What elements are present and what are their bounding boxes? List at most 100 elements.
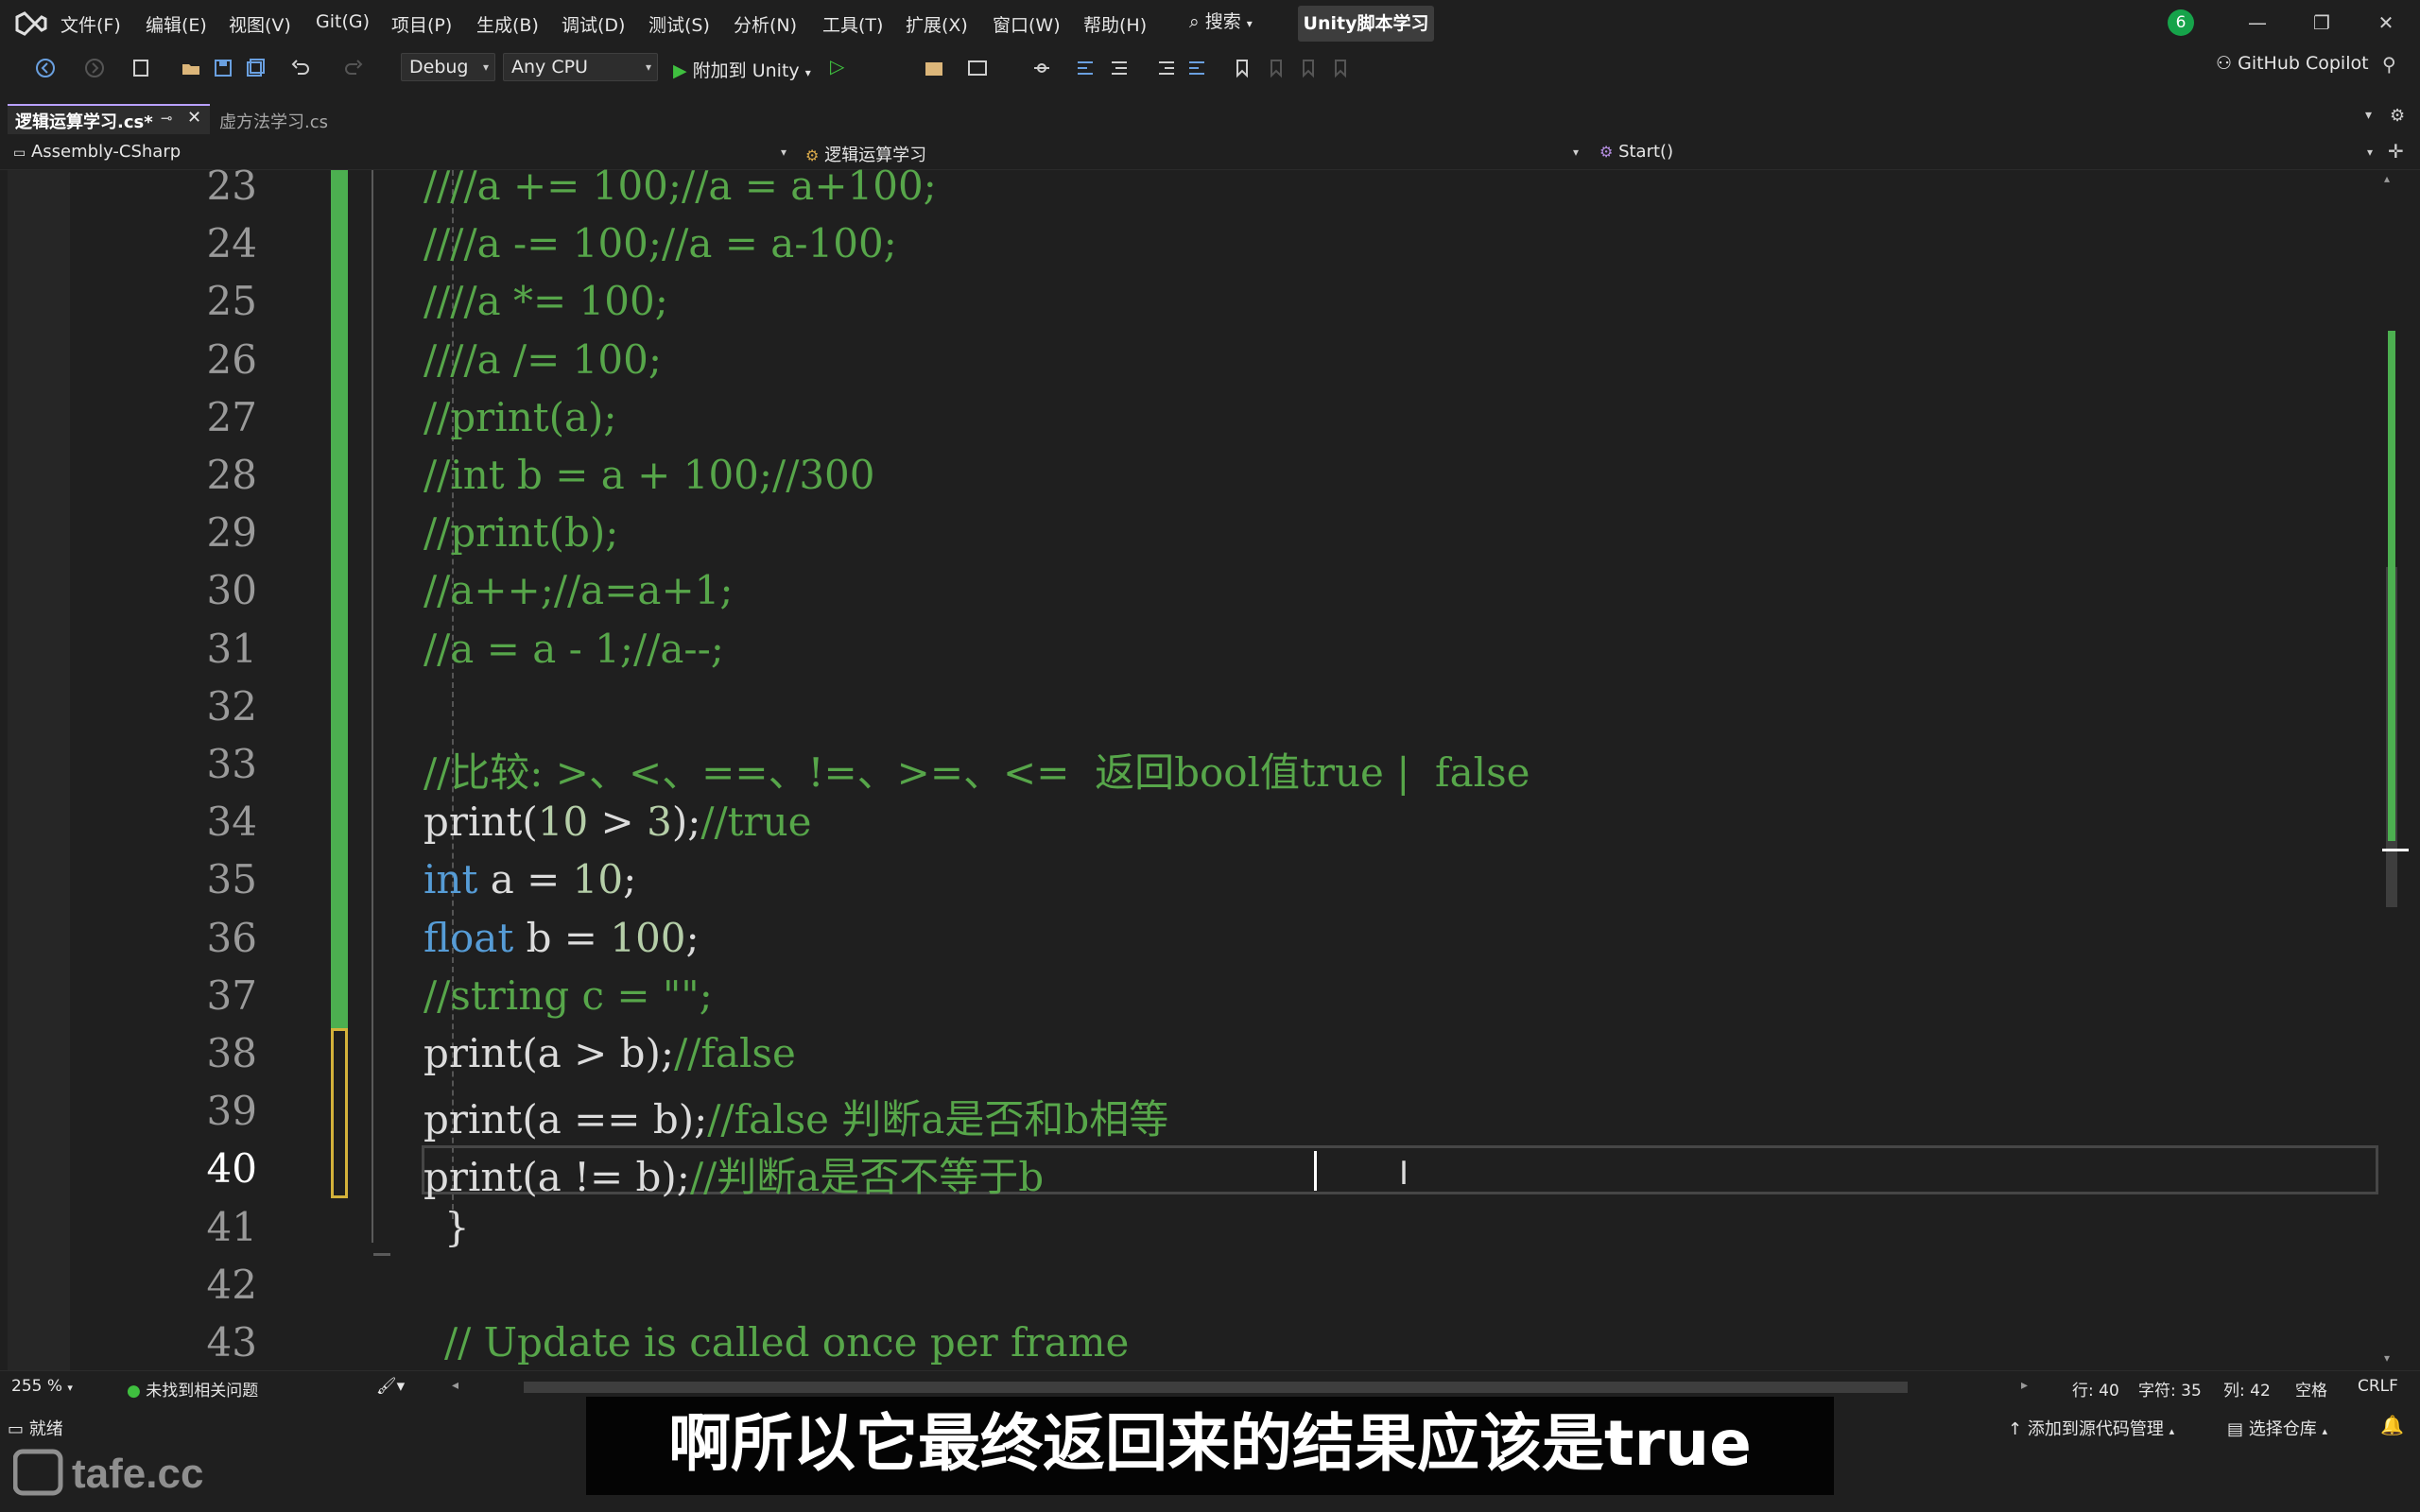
menu-item[interactable]: 调试(D) xyxy=(562,11,625,37)
split-editor-icon[interactable]: ✛ xyxy=(2388,140,2404,163)
menu-item[interactable]: 帮助(H) xyxy=(1083,11,1147,37)
visual-studio-logo-icon[interactable] xyxy=(13,8,49,40)
line-number: 35 xyxy=(206,856,257,903)
line-number: 29 xyxy=(206,509,257,557)
menu-item[interactable]: 视图(V) xyxy=(229,11,291,37)
member-dropdown[interactable]: ⚙ Start() xyxy=(1599,142,1673,162)
outdent-icon[interactable] xyxy=(1155,57,1178,79)
restore-icon[interactable]: ❐ xyxy=(2303,8,2341,38)
project-dropdown[interactable]: ▭ Assembly-CSharp xyxy=(13,142,181,162)
chevron-down-icon[interactable]: ▾ xyxy=(781,146,786,159)
code-line[interactable]: //比较: >、<、==、!=、>=、<= 返回bool值true | fals… xyxy=(424,741,1530,799)
line-number: 34 xyxy=(206,799,257,846)
menu-item[interactable]: 文件(F) xyxy=(60,11,121,37)
menu-item[interactable]: 窗口(W) xyxy=(993,11,1061,37)
step-icon[interactable] xyxy=(1030,57,1053,79)
code-line[interactable]: //a++;//a=a+1; xyxy=(424,567,734,613)
comment-icon[interactable] xyxy=(1074,57,1097,79)
scrollbar-change-marker xyxy=(2388,331,2395,841)
code-line[interactable]: //int b = a + 100;//300 xyxy=(424,452,875,498)
code-line[interactable]: ////a += 100;//a = a+100; xyxy=(424,163,937,209)
uncomment-icon[interactable] xyxy=(1108,57,1131,79)
chevron-down-icon[interactable]: ▾ xyxy=(1573,146,1579,159)
code-line[interactable]: //print(a); xyxy=(424,394,617,440)
menu-item[interactable]: 分析(N) xyxy=(734,11,797,37)
notification-badge[interactable]: 6 xyxy=(2168,9,2194,36)
previous-bookmark-icon[interactable] xyxy=(1265,57,1288,79)
menu-item[interactable]: 工具(T) xyxy=(822,11,883,37)
navigate-forward-icon[interactable] xyxy=(83,57,106,79)
solution-name[interactable]: Unity脚本学习 xyxy=(1298,6,1434,42)
chevron-down-icon[interactable]: ▾ xyxy=(2367,146,2373,159)
search-box[interactable]: ⌕ 搜索 ▾ xyxy=(1189,8,1253,38)
menu-item[interactable]: 生成(B) xyxy=(476,11,539,37)
code-line[interactable]: ////a -= 100;//a = a-100; xyxy=(424,220,897,266)
unsaved-changes-marker xyxy=(331,1028,348,1198)
code-line[interactable]: } xyxy=(444,1204,470,1250)
code-line[interactable]: print(a > b);//false xyxy=(424,1030,796,1076)
tab-list-dropdown-icon[interactable]: ▾ xyxy=(2365,108,2372,123)
save-icon[interactable] xyxy=(212,57,234,79)
line-number: 27 xyxy=(206,393,257,440)
open-folder-icon[interactable] xyxy=(180,57,202,79)
menu-item[interactable]: 编辑(E) xyxy=(146,11,207,37)
line-number: 36 xyxy=(206,914,257,961)
save-all-icon[interactable] xyxy=(244,57,267,79)
zoom-dropdown[interactable]: 255 % ▾ xyxy=(11,1377,73,1396)
menu-item[interactable]: Git(G) xyxy=(316,11,370,32)
scroll-left-icon[interactable]: ◂ xyxy=(452,1378,458,1393)
svg-text:tafe.cc: tafe.cc xyxy=(72,1451,203,1497)
close-tab-icon[interactable]: ✕ xyxy=(187,108,201,128)
line-number: 24 xyxy=(206,220,257,267)
close-icon[interactable]: ✕ xyxy=(2367,8,2405,38)
start-without-debugging-icon[interactable]: ▷ xyxy=(830,55,844,77)
line-number: 42 xyxy=(206,1261,257,1308)
code-line[interactable]: print(a != b);//判断a是否不等于b xyxy=(424,1145,1057,1203)
navigate-back-icon[interactable] xyxy=(34,57,57,79)
code-line[interactable]: ////a /= 100; xyxy=(424,336,662,383)
member-name: Start() xyxy=(1618,142,1674,162)
code-line[interactable]: float b = 100; xyxy=(424,915,700,961)
code-line[interactable]: ////a *= 100; xyxy=(424,278,668,324)
menu-item[interactable]: 扩展(X) xyxy=(906,11,968,37)
line-number: 41 xyxy=(206,1203,257,1250)
platform-dropdown[interactable]: Any CPU ▾ xyxy=(503,53,658,81)
configuration-dropdown[interactable]: Debug ▾ xyxy=(401,53,495,81)
code-line[interactable]: print(10 > 3);//true xyxy=(424,799,812,845)
code-line[interactable]: //string c = ""; xyxy=(424,972,713,1019)
account-icon[interactable]: ⚲ xyxy=(2382,53,2396,76)
horizontal-scroll-thumb[interactable] xyxy=(524,1382,1908,1393)
redo-icon[interactable] xyxy=(342,57,365,79)
indicator-margin[interactable] xyxy=(8,170,70,1370)
pin-icon[interactable]: ⊸ xyxy=(161,110,173,127)
clear-bookmarks-icon[interactable] xyxy=(1329,57,1352,79)
next-bookmark-icon[interactable] xyxy=(1297,57,1320,79)
configuration-value: Debug xyxy=(409,57,469,77)
menu-item[interactable]: 项目(P) xyxy=(391,11,452,37)
code-line[interactable]: int a = 10; xyxy=(424,856,636,902)
saved-changes-marker xyxy=(331,170,348,1028)
window-layout-icon[interactable] xyxy=(966,57,989,79)
line-ending-indicator[interactable]: CRLF xyxy=(2358,1377,2398,1396)
code-line[interactable]: print(a == b);//false 判断a是否和b相等 xyxy=(424,1088,1168,1145)
line-number: 40 xyxy=(206,1145,257,1193)
solution-explorer-icon[interactable] xyxy=(923,57,945,79)
scroll-down-icon[interactable]: ▾ xyxy=(2384,1351,2390,1365)
github-copilot-button[interactable]: ⚇ GitHub Copilot xyxy=(2216,53,2369,74)
tab-virtual-methods[interactable]: 虚方法学习.cs xyxy=(219,109,328,133)
bookmark-icon[interactable] xyxy=(1231,57,1253,79)
attach-to-unity-button[interactable]: ▶ 附加到 Unity ▾ xyxy=(673,57,811,82)
scroll-up-icon[interactable]: ▴ xyxy=(2384,172,2390,185)
minimize-icon[interactable]: — xyxy=(2238,8,2276,38)
menu-item[interactable]: 测试(S) xyxy=(648,11,710,37)
code-cleanup-icon[interactable]: 🖌▾ xyxy=(376,1377,405,1396)
code-line[interactable]: // Update is called once per frame xyxy=(444,1319,1129,1366)
indent-icon[interactable] xyxy=(1185,57,1208,79)
new-project-icon[interactable] xyxy=(130,57,153,79)
code-line[interactable]: //a = a - 1;//a--; xyxy=(424,626,724,672)
undo-icon[interactable] xyxy=(289,57,312,79)
settings-gear-icon[interactable]: ⚙ xyxy=(2390,106,2405,126)
code-line[interactable]: //print(b); xyxy=(424,509,618,556)
chevron-down-icon: ▾ xyxy=(482,60,489,74)
scroll-right-icon[interactable]: ▸ xyxy=(2021,1378,2028,1393)
